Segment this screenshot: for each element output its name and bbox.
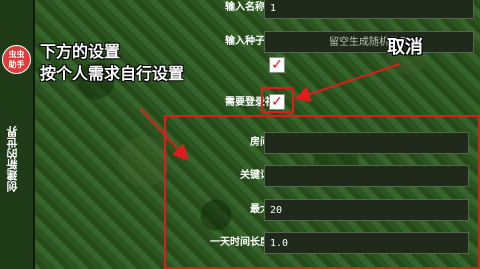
sidebar: 虫虫 助手 创建新的世界 xyxy=(0,0,35,269)
max-players-input[interactable]: 20 xyxy=(264,199,469,221)
room-password-input[interactable] xyxy=(264,132,469,154)
seed-input[interactable]: 留空生成随机种子 xyxy=(264,31,474,53)
world-name-input[interactable]: 1 xyxy=(264,0,474,19)
cancel-note: 取消 xyxy=(387,37,423,58)
room-password-row: 房间密码 xyxy=(33,129,480,157)
keyword-filter-row: 关键词屏蔽 xyxy=(33,162,480,190)
option-checkbox[interactable]: ✓ xyxy=(269,57,285,73)
max-players-row: 最大人数 20 xyxy=(33,196,480,224)
note-line-1: 下方的设置 xyxy=(40,42,121,61)
keyword-filter-input[interactable] xyxy=(264,165,469,187)
world-name-label: 输入名称 xyxy=(225,2,265,13)
require-login-row: 需要登录社区 xyxy=(33,89,480,117)
note-line-2: 按个人需求自行设置 xyxy=(40,64,185,83)
day-length-input[interactable]: 1.0 xyxy=(264,232,469,254)
seed-label: 输入种子 xyxy=(225,36,265,47)
day-length-row: 一天时间长度系数 1.0 xyxy=(33,229,480,257)
checkbox-highlight-box xyxy=(261,87,294,113)
app-logo: 虫虫 助手 xyxy=(2,45,31,74)
sidebar-title: 创建新的世界 xyxy=(6,126,19,192)
world-name-row: 输入名称 1 xyxy=(33,0,480,22)
